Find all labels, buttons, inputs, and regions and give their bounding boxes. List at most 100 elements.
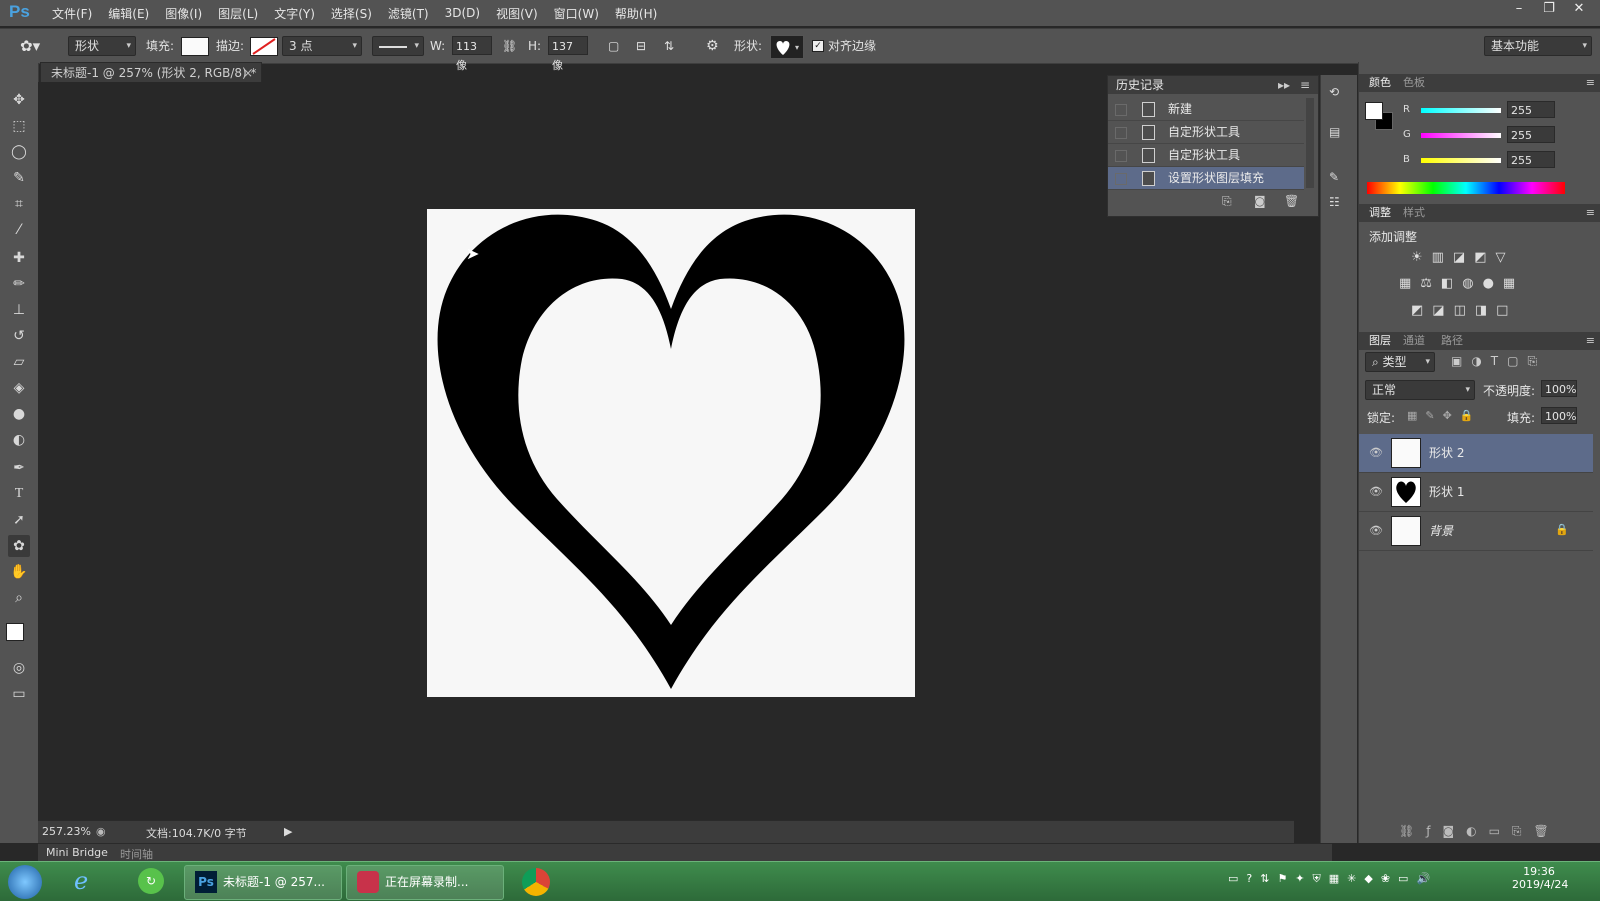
visibility-eye-icon[interactable]: 👁 xyxy=(1369,485,1383,498)
eyedropper-tool-icon[interactable]: ⁄ xyxy=(8,219,30,241)
tab-styles[interactable]: 样式 xyxy=(1403,204,1425,222)
opacity-input[interactable]: 100% xyxy=(1541,380,1577,397)
type-tool-icon[interactable]: T xyxy=(8,483,30,505)
system-tray-icons[interactable]: ▭?⇅⚑✦⛨▦✳◆❀▭🔊 xyxy=(1228,872,1438,886)
menu-help[interactable]: 帮助(H) xyxy=(607,5,665,22)
layer-row-shape-1[interactable]: 👁 形状 1 xyxy=(1359,473,1593,512)
path-operations-icon[interactable]: ▢ xyxy=(608,36,619,56)
status-arrow-icon[interactable]: ▶ xyxy=(284,825,292,838)
history-item[interactable]: 自定形状工具 xyxy=(1108,144,1304,167)
tab-layers[interactable]: 图层 xyxy=(1369,332,1391,350)
history-snapshot-checkbox[interactable] xyxy=(1115,127,1127,139)
channel-g-slider[interactable] xyxy=(1421,133,1501,138)
path-selection-tool-icon[interactable]: ➚ xyxy=(8,509,30,531)
stroke-swatch[interactable] xyxy=(250,37,278,56)
adjustment-icons-row-2[interactable]: ▦⚖◧◍●▦ xyxy=(1399,276,1549,291)
layer-row-shape-2[interactable]: 👁 形状 2 xyxy=(1359,434,1593,473)
history-item[interactable]: 新建 xyxy=(1108,98,1304,121)
mode-select[interactable]: 形状 xyxy=(68,36,136,56)
history-item-selected[interactable]: 设置形状图层填充 xyxy=(1108,167,1304,190)
menu-filter[interactable]: 滤镜(T) xyxy=(380,5,437,22)
new-document-from-state-icon[interactable]: ⎘ xyxy=(1222,194,1232,209)
history-snapshot-checkbox[interactable] xyxy=(1115,150,1127,162)
camera-icon[interactable]: ◙ xyxy=(1254,194,1266,208)
layer-fill-input[interactable]: 100% xyxy=(1541,407,1577,424)
channel-b-input[interactable]: 255 xyxy=(1507,151,1555,168)
color-foreground-swatch[interactable] xyxy=(1365,102,1383,120)
layer-filter-select[interactable]: ⌕ 类型 xyxy=(1365,352,1435,372)
visibility-eye-icon[interactable]: 👁 xyxy=(1369,446,1383,459)
color-spectrum-bar[interactable] xyxy=(1367,182,1565,194)
foreground-color-swatch[interactable] xyxy=(6,623,24,641)
channel-r-input[interactable]: 255 xyxy=(1507,101,1555,118)
history-snapshot-checkbox[interactable] xyxy=(1115,104,1127,116)
history-brush-tool-icon[interactable]: ↺ xyxy=(8,325,30,347)
brush-panel-icon[interactable]: ✎ xyxy=(1329,170,1339,184)
layer-filter-icons[interactable]: ▣◑T▢⎘ xyxy=(1451,354,1546,369)
path-arrangement-icon[interactable]: ⇅ xyxy=(664,36,674,56)
blur-tool-icon[interactable]: ● xyxy=(8,403,30,425)
zoom-tool-icon[interactable]: ⌕ xyxy=(8,587,30,609)
zoom-level[interactable]: 257.23% xyxy=(42,825,91,838)
menu-layer[interactable]: 图层(L) xyxy=(210,5,266,22)
workspace-select[interactable]: 基本功能 xyxy=(1484,36,1592,56)
status-info-icon[interactable]: ◉ xyxy=(96,825,106,838)
tab-mini-bridge[interactable]: Mini Bridge xyxy=(46,846,108,859)
trash-icon[interactable]: 🗑 xyxy=(1284,194,1299,208)
stamp-tool-icon[interactable]: ⊥ xyxy=(8,299,30,321)
history-item[interactable]: 自定形状工具 xyxy=(1108,121,1304,144)
quick-selection-tool-icon[interactable]: ✎ xyxy=(8,167,30,189)
tab-timeline[interactable]: 时间轴 xyxy=(120,846,153,862)
start-button[interactable] xyxy=(8,865,42,899)
gear-icon[interactable]: ⚙ xyxy=(706,36,719,56)
stroke-type-select[interactable] xyxy=(372,36,424,56)
custom-shape-tool-icon[interactable]: ✿ xyxy=(8,535,30,557)
tab-paths[interactable]: 路径 xyxy=(1441,332,1463,350)
clock[interactable]: 19:36 2019/4/24 xyxy=(1512,865,1568,891)
blend-mode-select[interactable]: 正常 xyxy=(1365,380,1475,400)
lasso-tool-icon[interactable]: ◯ xyxy=(8,141,30,163)
tab-color[interactable]: 颜色 xyxy=(1369,74,1391,92)
visibility-eye-icon[interactable]: 👁 xyxy=(1369,524,1383,537)
menu-file[interactable]: 文件(F) xyxy=(44,5,100,22)
history-scrollbar[interactable] xyxy=(1306,98,1314,188)
internet-explorer-icon[interactable]: e xyxy=(74,867,88,895)
channel-g-input[interactable]: 255 xyxy=(1507,126,1555,143)
minimize-button[interactable]: – xyxy=(1504,0,1534,20)
layer-row-background[interactable]: 👁 背景 🔒 xyxy=(1359,512,1593,551)
properties-panel-icon[interactable]: ▤ xyxy=(1329,125,1340,139)
tab-swatches[interactable]: 色板 xyxy=(1403,74,1425,92)
adjustment-icons-row-1[interactable]: ☀▥◪◩▽ xyxy=(1411,250,1541,265)
move-tool-icon[interactable]: ✥ xyxy=(8,89,30,111)
history-snapshot-checkbox[interactable] xyxy=(1115,173,1127,185)
dodge-tool-icon[interactable]: ◐ xyxy=(8,429,30,451)
width-input[interactable]: 113 像 xyxy=(452,36,492,72)
panel-menu-icon[interactable]: ≡ xyxy=(1586,74,1595,92)
panel-menu-icon[interactable]: ≡ xyxy=(1586,204,1595,222)
chrome-icon[interactable] xyxy=(522,868,550,896)
close-button[interactable]: ✕ xyxy=(1564,0,1594,20)
align-edges-checkbox[interactable]: ✓ xyxy=(812,40,824,52)
custom-shape-tool-icon[interactable]: ✿▾ xyxy=(20,36,40,56)
shape-picker[interactable]: ▾ xyxy=(770,35,804,59)
layer-name[interactable]: 形状 2 xyxy=(1429,434,1464,472)
menu-view[interactable]: 视图(V) xyxy=(488,5,546,22)
fill-swatch[interactable] xyxy=(181,37,209,56)
channel-b-slider[interactable] xyxy=(1421,158,1501,163)
quick-mask-icon[interactable]: ◎ xyxy=(8,657,30,679)
crop-tool-icon[interactable]: ⌗ xyxy=(8,193,30,215)
healing-brush-tool-icon[interactable]: ✚ xyxy=(8,247,30,269)
paint-bucket-tool-icon[interactable]: ◈ xyxy=(8,377,30,399)
adjustment-icons-row-3[interactable]: ◩◪◫◨□ xyxy=(1411,303,1541,318)
menu-3d[interactable]: 3D(D) xyxy=(437,6,488,20)
browser-icon[interactable]: ↻ xyxy=(138,868,164,894)
link-icon[interactable]: ⛓ xyxy=(502,36,517,56)
eraser-tool-icon[interactable]: ▱ xyxy=(8,351,30,373)
height-input[interactable]: 137 像 xyxy=(548,36,588,72)
adjustments-panel-icon[interactable]: ☷ xyxy=(1329,195,1340,209)
screen-mode-icon[interactable]: ▭ xyxy=(8,683,30,705)
taskbar-app-recorder[interactable]: 正在屏幕录制... xyxy=(346,865,504,900)
taskbar-app-photoshop[interactable]: Ps 未标题-1 @ 257... xyxy=(184,865,342,900)
layer-name[interactable]: 形状 1 xyxy=(1429,473,1464,511)
brush-tool-icon[interactable]: ✏ xyxy=(8,273,30,295)
